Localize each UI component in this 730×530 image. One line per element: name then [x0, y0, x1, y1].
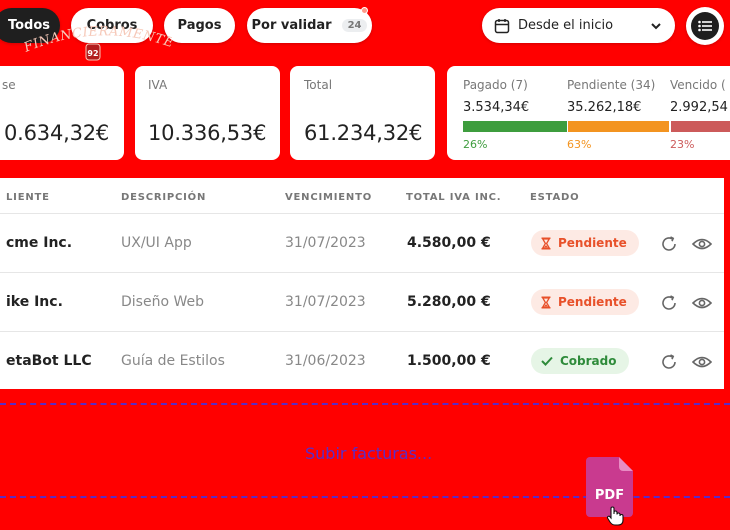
status-pending-label: Pendiente (34) [567, 78, 656, 92]
chevron-down-icon [651, 22, 661, 29]
svg-text:92: 92 [87, 49, 98, 58]
status-badge: Cobrado [531, 348, 629, 374]
summary-card-iva: IVA 10.336,53€ [135, 66, 280, 160]
hourglass-icon [541, 296, 551, 308]
summary-card-base: se 0.634,32€ [0, 66, 124, 160]
filter-todos-label: Todos [7, 18, 51, 33]
header-due[interactable]: VENCIMIENTO [285, 192, 372, 203]
row-description: Diseño Web [121, 294, 204, 310]
status-pending-percent: 63% [567, 138, 592, 151]
refresh-icon[interactable] [658, 351, 680, 373]
summary-card-status: Pagado (7) 3.534,34€ 26% Pendiente (34) … [447, 66, 730, 160]
notification-dot [361, 7, 368, 14]
row-client: etaBot LLC [6, 353, 92, 369]
eye-icon[interactable] [691, 292, 713, 314]
row-description: UX/UI App [121, 235, 192, 251]
row-due-date: 31/07/2023 [285, 294, 366, 310]
status-overdue-percent: 23% [670, 138, 695, 151]
status-overdue-amount: 2.992,54 [670, 100, 728, 115]
filter-pagos-label: Pagos [177, 18, 222, 33]
table-row[interactable]: etaBot LLC Guía de Estilos 31/06/2023 1.… [0, 331, 724, 390]
hand-cursor-icon [606, 506, 624, 526]
refresh-icon[interactable] [658, 292, 680, 314]
hourglass-icon [541, 237, 551, 249]
filter-cobros[interactable]: Cobros [71, 8, 153, 43]
table-row[interactable]: cme Inc. UX/UI App 31/07/2023 4.580,00 €… [0, 213, 724, 272]
status-badge: Pendiente [531, 289, 639, 315]
iva-label: IVA [148, 78, 168, 92]
total-label: Total [304, 78, 333, 92]
status-overdue-label: Vencido ( [670, 78, 726, 92]
header-status[interactable]: ESTADO [530, 192, 579, 203]
status-badge-label: Pendiente [558, 236, 627, 250]
base-value: 0.634,32€ [4, 121, 110, 145]
list-menu-icon [691, 12, 719, 40]
status-paid-label: Pagado (7) [463, 78, 528, 92]
row-due-date: 31/06/2023 [285, 353, 366, 369]
status-pending-amount: 35.262,18€ [567, 100, 642, 115]
invoice-table: LIENTE DESCRIPCIÓN VENCIMIENTO TOTAL IVA… [0, 178, 724, 389]
status-paid-percent: 26% [463, 138, 488, 151]
filter-por-validar[interactable]: Por validar 24 [247, 7, 372, 43]
row-total: 5.280,00 € [407, 294, 491, 310]
eye-icon[interactable] [691, 351, 713, 373]
filter-por-validar-label: Por validar [251, 18, 332, 33]
pdf-file-label: PDF [594, 488, 625, 503]
date-range-label: Desde el inicio [518, 18, 614, 33]
status-overdue-bar [671, 121, 730, 132]
row-description: Guía de Estilos [121, 353, 225, 369]
summary-card-total: Total 61.234,32€ [290, 66, 435, 160]
list-menu-button[interactable] [686, 7, 724, 45]
status-paid-bar [463, 121, 567, 132]
header-client[interactable]: LIENTE [6, 192, 50, 203]
row-client: cme Inc. [6, 235, 73, 251]
calendar-icon [494, 18, 510, 33]
iva-value: 10.336,53€ [148, 121, 267, 145]
status-badge: Pendiente [531, 230, 639, 256]
filter-pagos[interactable]: Pagos [164, 8, 235, 43]
row-total: 4.580,00 € [407, 235, 491, 251]
por-validar-count-badge: 24 [341, 19, 368, 32]
filter-cobros-label: Cobros [86, 18, 138, 33]
status-badge-label: Pendiente [558, 295, 627, 309]
filter-todos[interactable]: Todos [0, 8, 60, 43]
table-row[interactable]: ike Inc. Diseño Web 31/07/2023 5.280,00 … [0, 272, 724, 331]
check-icon [541, 356, 553, 366]
header-description[interactable]: DESCRIPCIÓN [121, 192, 206, 203]
date-range-select[interactable]: Desde el inicio [482, 8, 675, 43]
row-client: ike Inc. [6, 294, 63, 310]
row-total: 1.500,00 € [407, 353, 491, 369]
eye-icon[interactable] [691, 233, 713, 255]
status-pending-bar [568, 121, 669, 132]
row-due-date: 31/07/2023 [285, 235, 366, 251]
total-value: 61.234,32€ [304, 121, 423, 145]
upload-label: Subir facturas... [305, 444, 433, 463]
status-paid-amount: 3.534,34€ [463, 100, 530, 115]
status-badge-label: Cobrado [560, 354, 617, 368]
header-total[interactable]: TOTAL IVA INC. [406, 192, 501, 203]
base-label: se [2, 78, 16, 92]
refresh-icon[interactable] [658, 233, 680, 255]
